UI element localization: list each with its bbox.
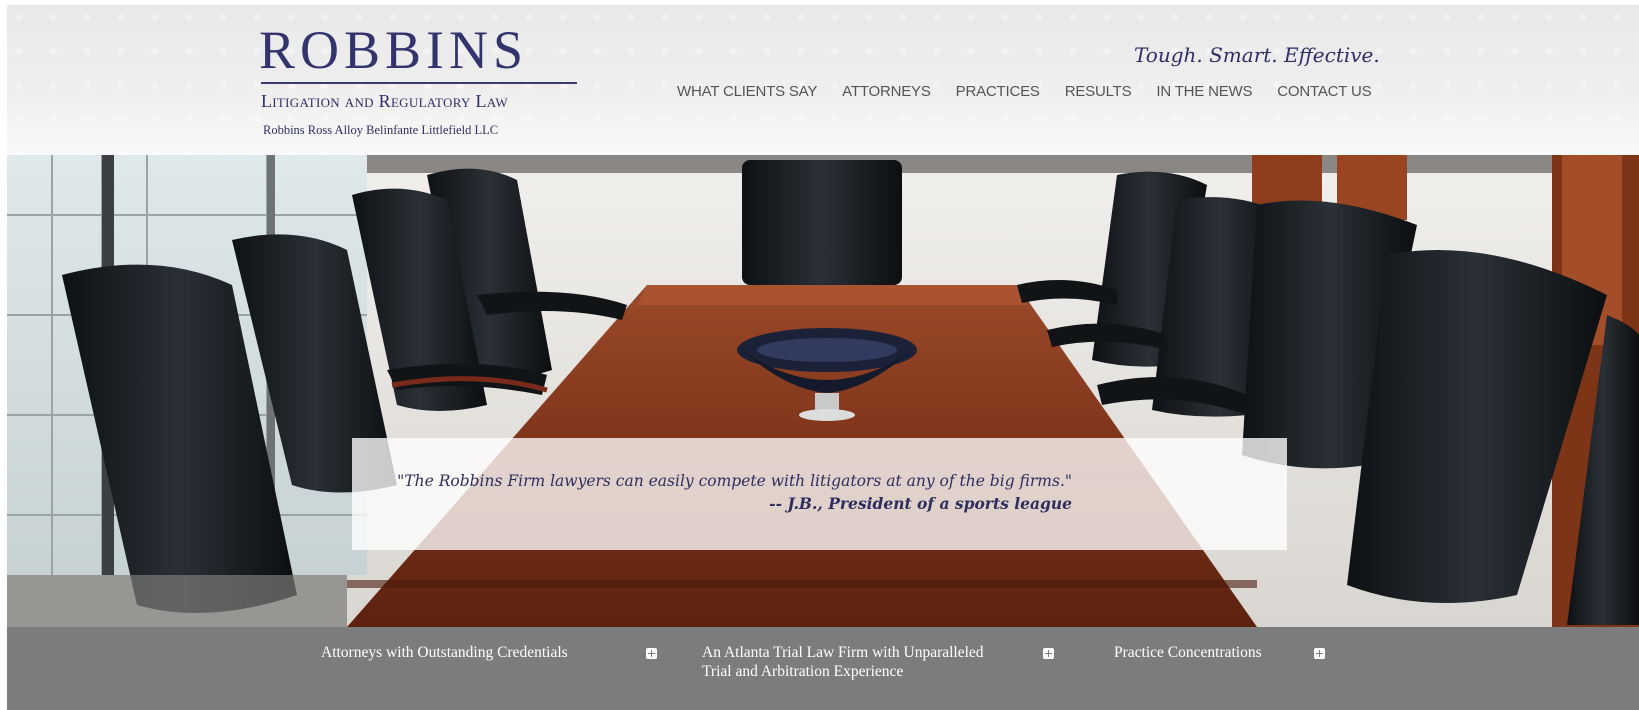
- feature-practice-concentrations[interactable]: Practice Concentrations: [1114, 643, 1262, 662]
- conference-room-image: [7, 155, 1639, 627]
- logo-tagline: Litigation and Regulatory Law: [261, 91, 508, 111]
- nav-item-what-clients-say[interactable]: WHAT CLIENTS SAY: [677, 83, 817, 100]
- plus-icon[interactable]: [1043, 648, 1054, 659]
- plus-icon[interactable]: [646, 648, 657, 659]
- testimonial-quote: "The Robbins Firm lawyers can easily com…: [397, 472, 1072, 490]
- plus-icon[interactable]: [1314, 648, 1325, 659]
- page-frame: ROBBINS Litigation and Regulatory Law Ro…: [7, 5, 1639, 710]
- feature-label: Practice Concentrations: [1114, 644, 1262, 661]
- logo-firm-name: Robbins Ross Alloy Belinfante Littlefiel…: [263, 123, 499, 137]
- feature-attorneys-credentials[interactable]: Attorneys with Outstanding Credentials: [321, 643, 568, 662]
- feature-bar: Attorneys with Outstanding Credentials A…: [7, 627, 1639, 710]
- feature-label: Attorneys with Outstanding Credentials: [321, 644, 568, 661]
- feature-trial-experience[interactable]: An Atlanta Trial Law Firm with Unparalle…: [702, 643, 992, 681]
- site-header: ROBBINS Litigation and Regulatory Law Ro…: [7, 5, 1639, 155]
- testimonial-attribution: -- J.B., President of a sports league: [769, 494, 1072, 513]
- testimonial-box: "The Robbins Firm lawyers can easily com…: [352, 438, 1287, 550]
- logo-divider: [261, 82, 577, 84]
- header-slogan: Tough. Smart. Effective.: [1134, 43, 1380, 67]
- hero-banner: "The Robbins Firm lawyers can easily com…: [7, 155, 1639, 627]
- nav-item-practices[interactable]: PRACTICES: [956, 83, 1040, 100]
- nav-item-contact-us[interactable]: CONTACT US: [1277, 83, 1371, 100]
- site-logo[interactable]: ROBBINS Litigation and Regulatory Law Ro…: [259, 19, 581, 144]
- feature-label: An Atlanta Trial Law Firm with Unparalle…: [702, 644, 984, 680]
- nav-item-attorneys[interactable]: ATTORNEYS: [842, 83, 931, 100]
- nav-item-in-the-news[interactable]: IN THE NEWS: [1156, 83, 1252, 100]
- main-nav: WHAT CLIENTS SAY ATTORNEYS PRACTICES RES…: [677, 83, 1396, 100]
- nav-item-results[interactable]: RESULTS: [1065, 83, 1132, 100]
- logo-name: ROBBINS: [259, 20, 529, 80]
